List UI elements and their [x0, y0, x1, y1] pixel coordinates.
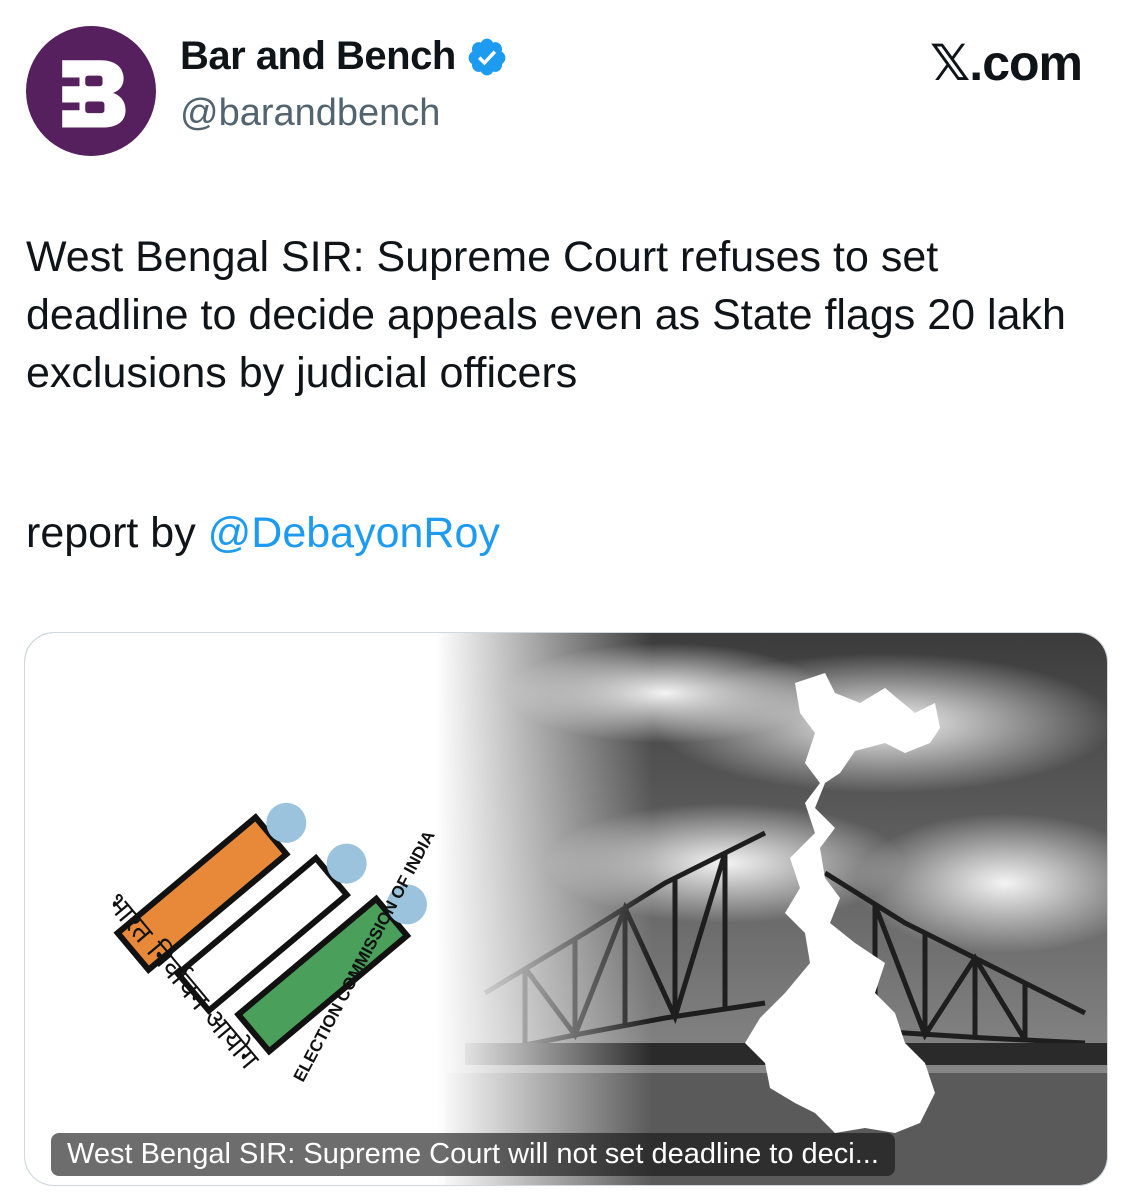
tweet-author-avatar[interactable]: [26, 26, 156, 156]
author-display-name[interactable]: Bar and Bench: [180, 34, 456, 79]
link-card-caption[interactable]: West Bengal SIR: Supreme Court will not …: [51, 1133, 895, 1176]
link-preview-card[interactable]: भारत निर्वाचन आयोग ELECTION COMMISSION O…: [24, 632, 1108, 1186]
mention-link[interactable]: @DebayonRoy: [208, 509, 500, 557]
tweet-byline: report by @DebayonRoy: [26, 504, 500, 562]
byline-prefix: report by: [26, 509, 208, 557]
author-display-name-row[interactable]: Bar and Bench: [180, 34, 508, 79]
author-handle[interactable]: @barandbench: [180, 92, 440, 135]
bar-and-bench-logo-icon: [62, 60, 126, 128]
tweet-text: West Bengal SIR: Supreme Court refuses t…: [26, 233, 1066, 397]
link-preview-image: भारत निर्वाचन आयोग ELECTION COMMISSION O…: [25, 633, 1107, 1185]
x-com-logo: 𝕏.com: [930, 35, 1083, 91]
verified-badge-icon: [468, 38, 506, 75]
